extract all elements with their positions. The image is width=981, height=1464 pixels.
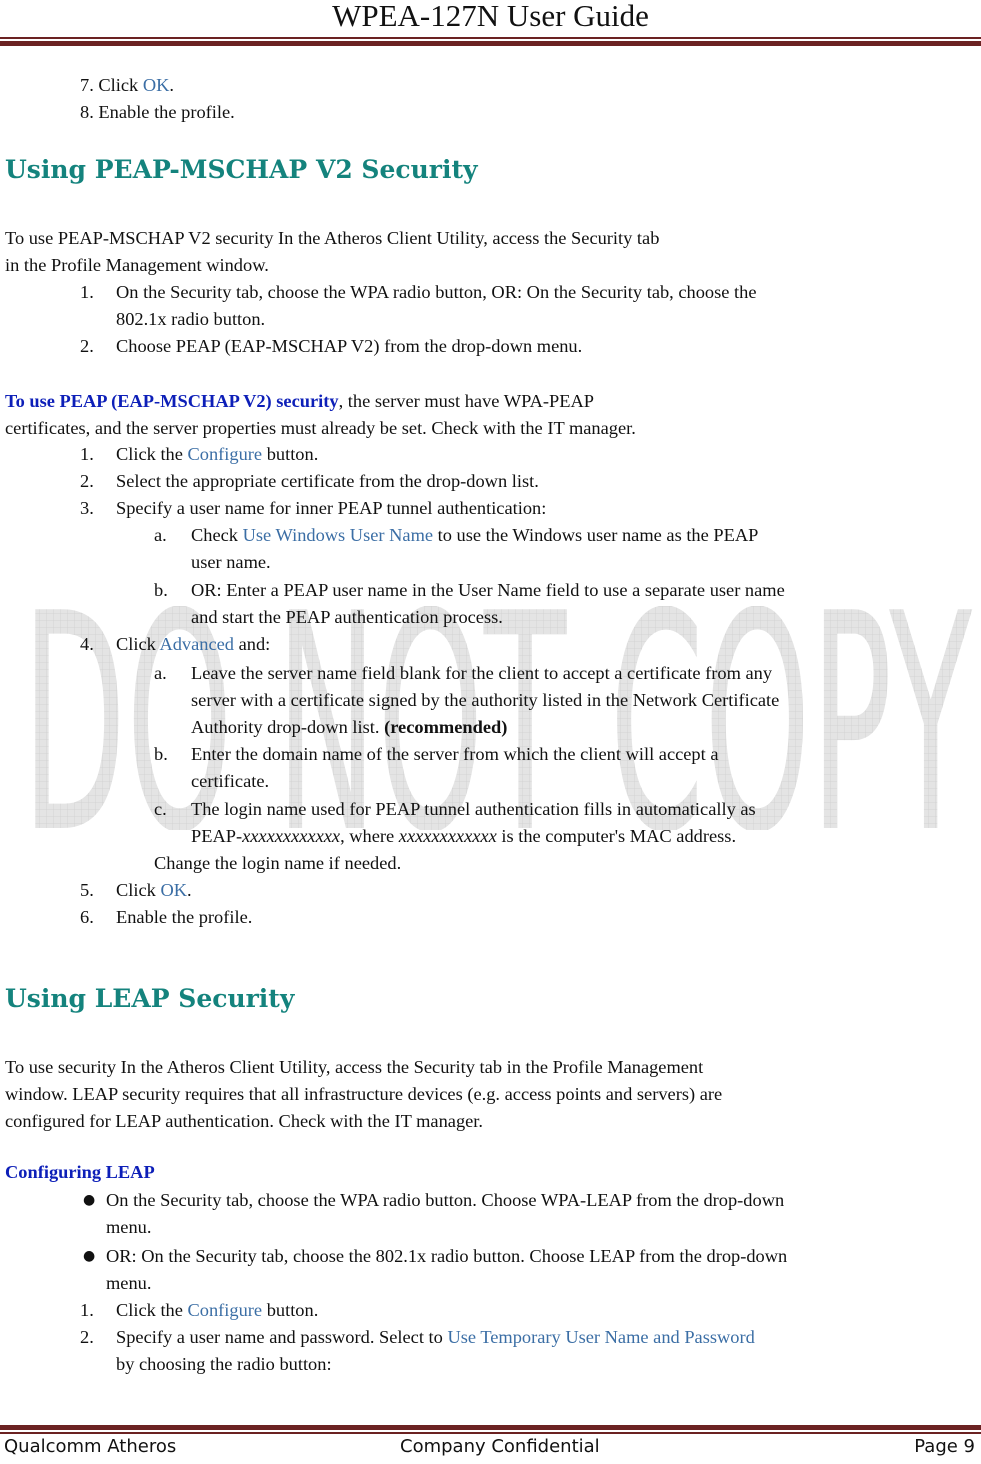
recommended-label: (recommended) xyxy=(384,717,508,737)
header-rule-thick xyxy=(0,41,981,46)
peap-sub-step-3b-line2: and start the PEAP authentication proces… xyxy=(191,607,503,627)
leap-step-2-line1: Specify a user name and password. Select… xyxy=(116,1324,755,1351)
step-text: Click xyxy=(116,880,161,900)
step-text: Specify a user name and password. Select… xyxy=(116,1327,448,1347)
step-text: Click xyxy=(116,634,160,654)
leap-step-2-line2: by choosing the radio button: xyxy=(116,1354,332,1374)
peap-intro-line1: To use PEAP-MSCHAP V2 security In the At… xyxy=(5,228,660,248)
step-text: PEAP- xyxy=(191,826,243,846)
footer-company: Qualcomm Atheros xyxy=(4,1436,177,1457)
step-number: 7. xyxy=(80,75,94,95)
peap-sub-step-4a-line1: Leave the server name field blank for th… xyxy=(191,663,773,683)
header-rule-thin xyxy=(0,37,981,39)
peap-sub-step-4b-line2: certificate. xyxy=(191,771,270,791)
mac-placeholder: xxxxxxxxxxxx xyxy=(398,826,497,846)
peap-sub-step-4c-line1: The login name used for PEAP tunnel auth… xyxy=(191,799,756,819)
step-8: 8. Enable the profile. xyxy=(80,99,235,126)
step-text: Authority drop-down list. xyxy=(191,717,385,737)
peap-sub-step-4c-tail: Change the login name if needed. xyxy=(154,853,402,873)
use-temporary-user-name-link[interactable]: Use Temporary User Name and Password xyxy=(447,1327,754,1347)
step-number: 2. xyxy=(80,1327,94,1347)
step-text-end: . xyxy=(187,880,192,900)
peap-step-1-line1: On the Security tab, choose the WPA radi… xyxy=(116,282,757,302)
peap-sub-rest: , the server must have WPA-PEAP xyxy=(338,391,594,411)
step-number: 6. xyxy=(80,907,94,927)
mac-placeholder: xxxxxxxxxxxx xyxy=(242,826,341,846)
advanced-link[interactable]: Advanced xyxy=(159,634,234,654)
step-text: Check xyxy=(191,525,243,545)
ok-link[interactable]: OK xyxy=(143,75,170,95)
step-text-end: and: xyxy=(234,634,271,654)
step-text-end: button. xyxy=(262,1300,319,1320)
configure-link[interactable]: Configure xyxy=(188,444,263,464)
leap-bullet-2-line2: menu. xyxy=(106,1273,152,1293)
leap-para-line2: window. LEAP security requires that all … xyxy=(5,1084,723,1104)
substep-letter: a. xyxy=(154,525,167,545)
step-text-end: to use the Windows user name as the PEAP xyxy=(433,525,759,545)
peap-sub-line2: certificates, and the server properties … xyxy=(5,418,636,438)
peap-sub-lead-line: To use PEAP (EAP-MSCHAP V2) security, th… xyxy=(5,388,594,415)
step-number: 2. xyxy=(80,336,94,356)
step-text: Click xyxy=(98,75,143,95)
leap-subheading: Configuring LEAP xyxy=(5,1162,155,1182)
configure-link[interactable]: Configure xyxy=(188,1300,263,1320)
section-heading-leap: Using LEAP Security xyxy=(5,984,295,1013)
bullet-icon: ● xyxy=(83,1192,96,1208)
peap-sub-step-4c-line2: PEAP-xxxxxxxxxxxx, where xxxxxxxxxxxx is… xyxy=(191,823,736,850)
step-number: 5. xyxy=(80,880,94,900)
footer-confidential: Company Confidential xyxy=(400,1436,600,1457)
step-text: , where xyxy=(340,826,399,846)
substep-letter: c. xyxy=(154,799,167,819)
step-text: Enable the profile. xyxy=(98,102,235,122)
step-number: 4. xyxy=(80,634,94,654)
document-title: WPEA-127N User Guide xyxy=(332,0,649,33)
peap-sub-step-4a-line2: server with a certificate signed by the … xyxy=(191,690,780,710)
peap-subheading: To use PEAP (EAP-MSCHAP V2) security xyxy=(5,391,339,411)
leap-bullet-2-line1: OR: On the Security tab, choose the 802.… xyxy=(106,1246,788,1266)
peap-sub-step-3a-line2: user name. xyxy=(191,552,271,572)
leap-para-line3: configured for LEAP authentication. Chec… xyxy=(5,1111,484,1131)
document-page: WPEA-127N User Guide DO NOT COPY 7. Clic… xyxy=(0,0,981,1464)
leap-para-line1: To use security In the Atheros Client Ut… xyxy=(5,1057,704,1077)
peap-sub-step-3a-line1: Check Use Windows User Name to use the W… xyxy=(191,522,758,549)
step-number: 1. xyxy=(80,1300,94,1320)
peap-intro-line2: in the Profile Management window. xyxy=(5,255,269,275)
peap-sub-step-2: Select the appropriate certificate from … xyxy=(116,471,539,491)
peap-sub-step-3: Specify a user name for inner PEAP tunne… xyxy=(116,498,547,518)
footer-rule-thin xyxy=(0,1432,981,1434)
bullet-icon: ● xyxy=(83,1248,96,1264)
peap-step-1-line2: 802.1x radio button. xyxy=(116,309,266,329)
step-number: 1. xyxy=(80,444,94,464)
peap-sub-step-3b-line1: OR: Enter a PEAP user name in the User N… xyxy=(191,580,785,600)
use-windows-user-name-link[interactable]: Use Windows User Name xyxy=(243,525,433,545)
step-number: 3. xyxy=(80,498,94,518)
footer-rule-thick xyxy=(0,1425,981,1430)
step-number: 2. xyxy=(80,471,94,491)
section-heading-peap: Using PEAP-MSCHAP V2 Security xyxy=(5,155,478,184)
substep-letter: b. xyxy=(154,580,168,600)
ok-link[interactable]: OK xyxy=(160,880,187,900)
peap-sub-step-4: Click Advanced and: xyxy=(116,631,270,658)
step-text: Click the xyxy=(116,1300,188,1320)
step-number: 8. xyxy=(80,102,94,122)
leap-bullet-1-line1: On the Security tab, choose the WPA radi… xyxy=(106,1190,785,1210)
peap-step-2: Choose PEAP (EAP-MSCHAP V2) from the dro… xyxy=(116,336,583,356)
peap-sub-step-6: Enable the profile. xyxy=(116,907,253,927)
step-7: 7. Click OK. xyxy=(80,72,174,99)
step-text-end: is the computer's MAC address. xyxy=(496,826,737,846)
substep-letter: b. xyxy=(154,744,168,764)
leap-step-1: Click the Configure button. xyxy=(116,1297,318,1324)
step-number: 1. xyxy=(80,282,94,302)
leap-bullet-1-line2: menu. xyxy=(106,1217,152,1237)
peap-sub-step-5: Click OK. xyxy=(116,877,192,904)
step-text-end: button. xyxy=(262,444,319,464)
step-text: Click the xyxy=(116,444,188,464)
footer-page-number: Page 9 xyxy=(914,1436,975,1457)
peap-sub-step-4a-line3: Authority drop-down list. (recommended) xyxy=(191,714,507,741)
step-text-end: . xyxy=(169,75,175,95)
peap-sub-step-1: Click the Configure button. xyxy=(116,441,318,468)
peap-sub-step-4b-line1: Enter the domain name of the server from… xyxy=(191,744,719,764)
substep-letter: a. xyxy=(154,663,167,683)
